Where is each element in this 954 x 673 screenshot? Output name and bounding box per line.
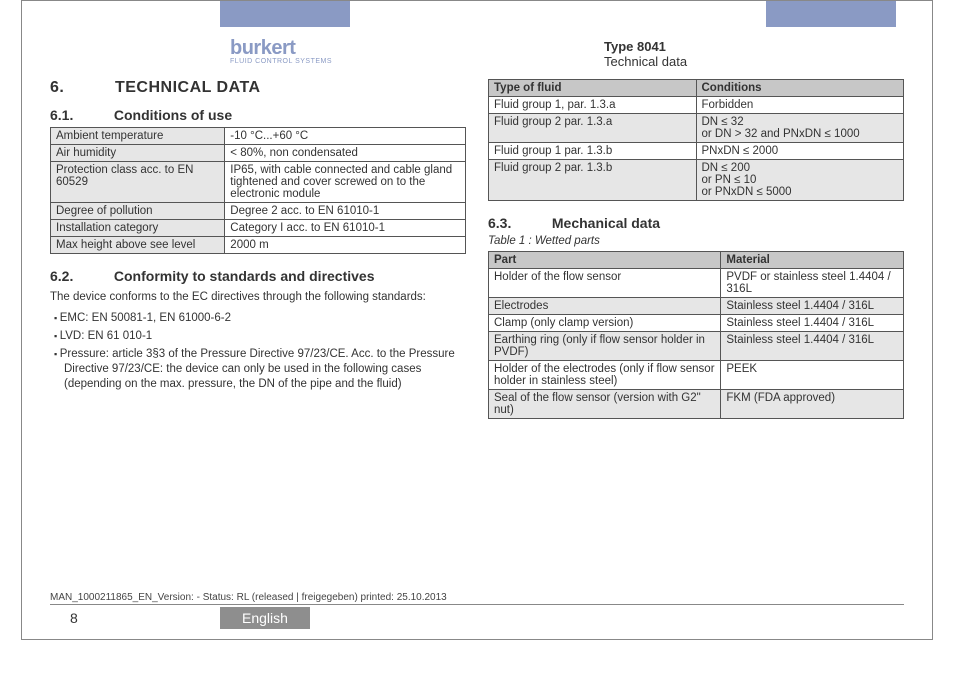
subsection-number: 6.3. <box>488 215 548 231</box>
table-cell: PVDF or stainless steel 1.4404 / 316L <box>721 269 904 298</box>
table-cell: Fluid group 2 par. 1.3.a <box>489 114 697 143</box>
header-row: burkert FLUID CONTROL SYSTEMS Type 8041 … <box>50 37 904 69</box>
table-cell: Clamp (only clamp version) <box>489 315 721 332</box>
right-column: Type of fluid Conditions Fluid group 1, … <box>488 79 904 419</box>
table-cell: Seal of the flow sensor (version with G2… <box>489 390 721 419</box>
subsection-heading: 6.1. Conditions of use <box>50 107 466 123</box>
table-header: Part <box>489 252 721 269</box>
table-row: Seal of the flow sensor (version with G2… <box>489 390 904 419</box>
logo-area: burkert FLUID CONTROL SYSTEMS <box>50 37 470 69</box>
table-row: Holder of the flow sensorPVDF or stainle… <box>489 269 904 298</box>
content-columns: 6. TECHNICAL DATA 6.1. Conditions of use… <box>50 79 904 419</box>
section-number: 6. <box>50 79 110 97</box>
left-column: 6. TECHNICAL DATA 6.1. Conditions of use… <box>50 79 466 419</box>
table-cell: Electrodes <box>489 298 721 315</box>
subsection-title: Conditions of use <box>114 107 232 123</box>
table-cell: Stainless steel 1.4404 / 316L <box>721 315 904 332</box>
doc-type: Type 8041 <box>604 39 904 54</box>
brand-name: burkert <box>230 37 470 60</box>
fluid-type-table: Type of fluid Conditions Fluid group 1, … <box>488 79 904 201</box>
table-row: Air humidity< 80%, non condensated <box>51 145 466 162</box>
subsection-heading: 6.2. Conformity to standards and directi… <box>50 268 466 284</box>
table-cell: Ambient temperature <box>51 128 225 145</box>
table-cell: Stainless steel 1.4404 / 316L <box>721 298 904 315</box>
table-header: Type of fluid <box>489 80 697 97</box>
table-row: Clamp (only clamp version)Stainless stee… <box>489 315 904 332</box>
table-row: Fluid group 2 par. 1.3.aDN ≤ 32or DN > 3… <box>489 114 904 143</box>
language-badge: English <box>220 607 310 629</box>
table-row: Fluid group 1 par. 1.3.bPNxDN ≤ 2000 <box>489 143 904 160</box>
table-cell: Max height above see level <box>51 237 225 254</box>
table-cell: 2000 m <box>225 237 466 254</box>
conformity-list: EMC: EN 50081-1, EN 61000-6-2 LVD: EN 61 … <box>50 311 466 392</box>
table-row: Holder of the electrodes (only if flow s… <box>489 361 904 390</box>
section-heading: 6. TECHNICAL DATA <box>50 79 466 97</box>
table-cell: Fluid group 1, par. 1.3.a <box>489 97 697 114</box>
table-cell: Fluid group 1 par. 1.3.b <box>489 143 697 160</box>
page-footer: MAN_1000211865_EN_Version: - Status: RL … <box>50 592 904 629</box>
table-caption: Table 1 : Wetted parts <box>488 235 904 247</box>
page-number: 8 <box>50 610 220 626</box>
table-cell: DN ≤ 32or DN > 32 and PNxDN ≤ 1000 <box>696 114 904 143</box>
table-cell: Forbidden <box>696 97 904 114</box>
conformity-intro: The device conforms to the EC directives… <box>50 290 466 305</box>
doc-section: Technical data <box>604 54 904 69</box>
conditions-table: Ambient temperature-10 °C...+60 °CAir hu… <box>50 127 466 254</box>
list-item: EMC: EN 50081-1, EN 61000-6-2 <box>64 311 466 326</box>
table-cell: Fluid group 2 par. 1.3.b <box>489 160 697 201</box>
table-header: Conditions <box>696 80 904 97</box>
decorative-tab-right <box>766 1 896 27</box>
table-row: Degree of pollutionDegree 2 acc. to EN 6… <box>51 203 466 220</box>
table-row: Fluid group 1, par. 1.3.aForbidden <box>489 97 904 114</box>
table-cell: Protection class acc. to EN 60529 <box>51 162 225 203</box>
subsection-number: 6.2. <box>50 268 110 284</box>
table-cell: Stainless steel 1.4404 / 316L <box>721 332 904 361</box>
table-cell: IP65, with cable connected and cable gla… <box>225 162 466 203</box>
section-title: TECHNICAL DATA <box>115 79 261 96</box>
brand-tagline: FLUID CONTROL SYSTEMS <box>230 58 470 65</box>
top-tab-strip <box>50 1 904 27</box>
table-cell: Earthing ring (only if flow sensor holde… <box>489 332 721 361</box>
table-cell: < 80%, non condensated <box>225 145 466 162</box>
subsection-title: Mechanical data <box>552 215 660 231</box>
table-row: Max height above see level2000 m <box>51 237 466 254</box>
table-row: ElectrodesStainless steel 1.4404 / 316L <box>489 298 904 315</box>
table-cell: FKM (FDA approved) <box>721 390 904 419</box>
table-row: Installation categoryCategory I acc. to … <box>51 220 466 237</box>
document-page: burkert FLUID CONTROL SYSTEMS Type 8041 … <box>21 0 933 640</box>
table-cell: Holder of the electrodes (only if flow s… <box>489 361 721 390</box>
subsection-heading: 6.3. Mechanical data <box>488 215 904 231</box>
footer-meta: MAN_1000211865_EN_Version: - Status: RL … <box>50 592 904 605</box>
table-cell: -10 °C...+60 °C <box>225 128 466 145</box>
list-item: LVD: EN 61 010-1 <box>64 329 466 344</box>
table-cell: Degree of pollution <box>51 203 225 220</box>
table-row: Fluid group 2 par. 1.3.bDN ≤ 200or PN ≤ … <box>489 160 904 201</box>
doc-header: Type 8041 Technical data <box>604 37 904 69</box>
table-cell: Degree 2 acc. to EN 61010-1 <box>225 203 466 220</box>
table-row: Protection class acc. to EN 60529IP65, w… <box>51 162 466 203</box>
subsection-number: 6.1. <box>50 107 110 123</box>
table-cell: Air humidity <box>51 145 225 162</box>
table-cell: Holder of the flow sensor <box>489 269 721 298</box>
table-cell: DN ≤ 200or PN ≤ 10or PNxDN ≤ 5000 <box>696 160 904 201</box>
table-cell: PNxDN ≤ 2000 <box>696 143 904 160</box>
decorative-tab-left <box>220 1 350 27</box>
table-cell: Category I acc. to EN 61010-1 <box>225 220 466 237</box>
table-row: Ambient temperature-10 °C...+60 °C <box>51 128 466 145</box>
subsection-title: Conformity to standards and directives <box>114 268 375 284</box>
table-header: Material <box>721 252 904 269</box>
table-row: Earthing ring (only if flow sensor holde… <box>489 332 904 361</box>
list-item: Pressure: article 3§3 of the Pressure Di… <box>64 347 466 392</box>
wetted-parts-table: Part Material Holder of the flow sensorP… <box>488 251 904 419</box>
table-cell: PEEK <box>721 361 904 390</box>
table-cell: Installation category <box>51 220 225 237</box>
